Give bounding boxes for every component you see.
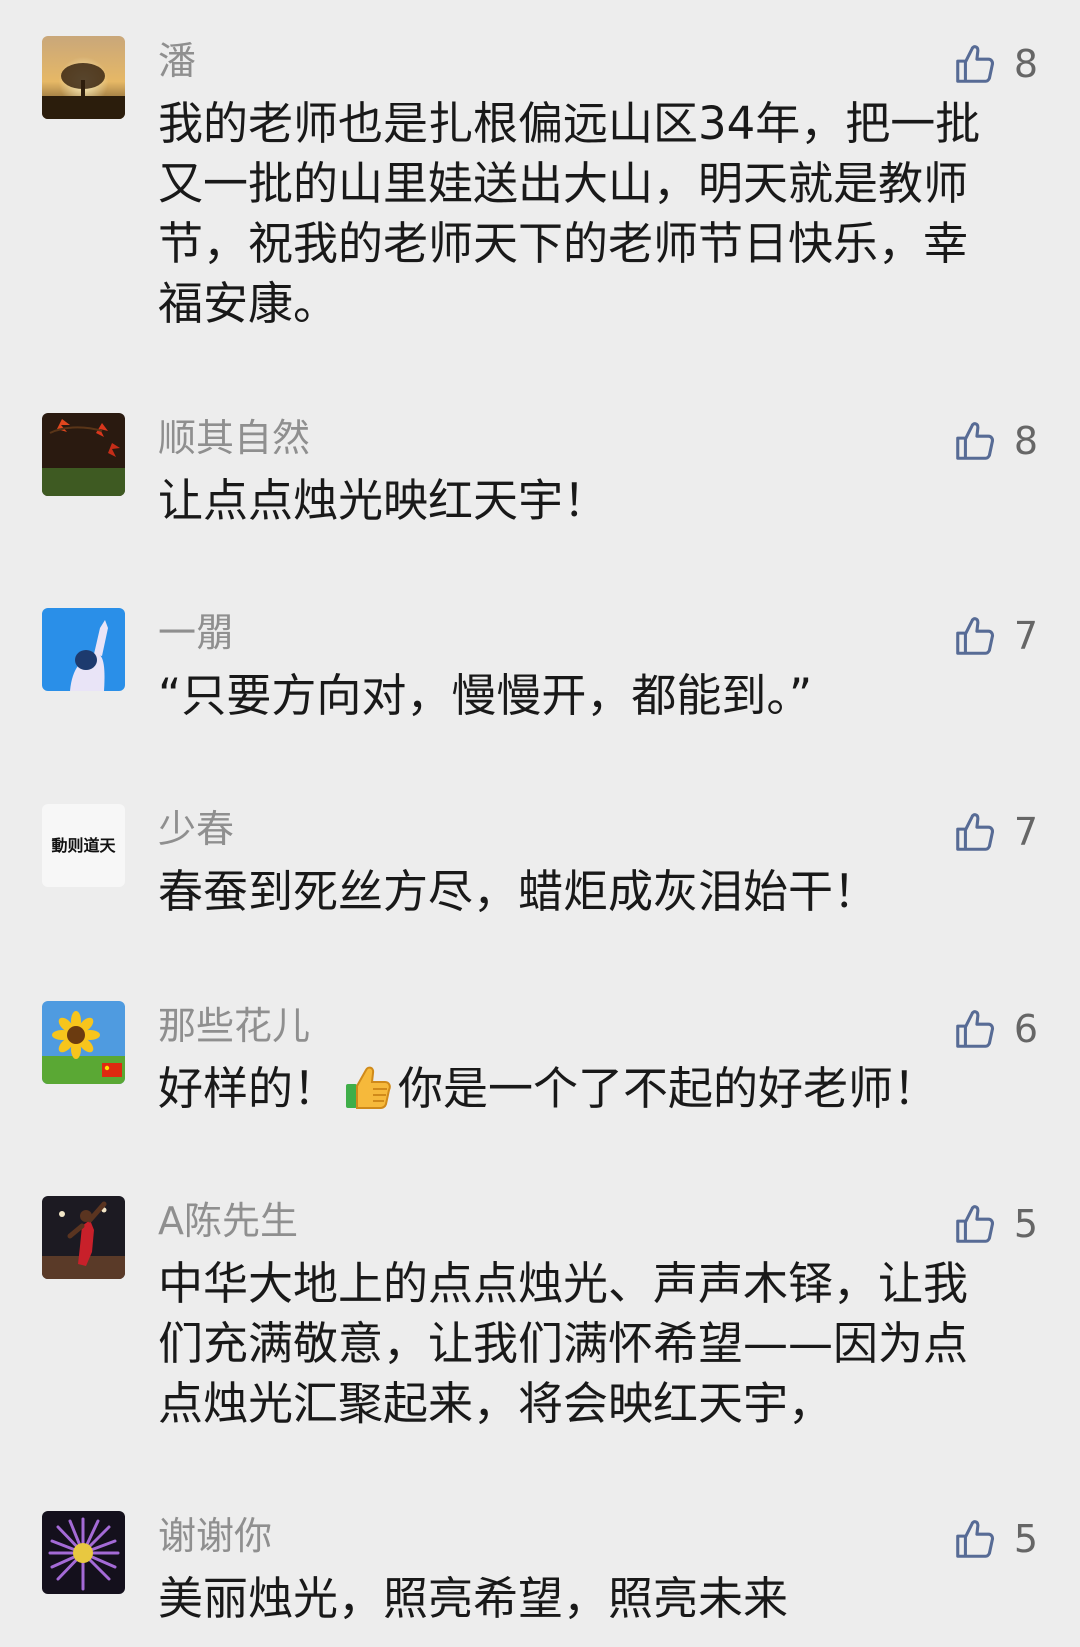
- comment-content: “只要方向对，慢慢开，都能到。”: [158, 666, 1038, 726]
- thumbs-up-outline-icon: [956, 1010, 994, 1048]
- comment-text: 好样的！: [158, 1062, 339, 1115]
- like-button[interactable]: 8: [952, 36, 1038, 92]
- like-count: 8: [1013, 42, 1038, 86]
- thumbs-up-outline-icon: [956, 45, 994, 83]
- comment-line: 中华大地上的点点烛光、声声木铎，让我: [158, 1257, 969, 1310]
- like-count: 6: [1013, 1007, 1038, 1051]
- comment-item: 動则道天 少春 7 春蚕到死丝方尽，蜡炬成灰泪始干！: [0, 804, 1080, 918]
- comment-line: 又一批的山里娃送出大山，明天就是教师: [158, 157, 969, 210]
- avatar[interactable]: [42, 1001, 125, 1084]
- avatar[interactable]: [42, 36, 125, 119]
- thumbs-up-outline-icon: [956, 813, 994, 851]
- comment-author[interactable]: 一朤: [158, 610, 234, 656]
- like-button[interactable]: 8: [952, 413, 1038, 469]
- comment-line: “只要方向对，慢慢开，都能到。”: [158, 669, 813, 722]
- comment-item: 谢谢你 5 美丽烛光，照亮希望，照亮未来: [0, 1511, 1080, 1625]
- thumbs-up-outline-icon: [956, 422, 994, 460]
- comment-content: 让点点烛光映红天宇！: [158, 471, 1038, 531]
- like-button[interactable]: 6: [952, 1001, 1038, 1057]
- like-button[interactable]: 5: [952, 1196, 1038, 1252]
- like-button[interactable]: 5: [952, 1511, 1038, 1567]
- like-button[interactable]: 7: [952, 608, 1038, 664]
- comment-author[interactable]: 潘: [158, 38, 196, 84]
- comment-author[interactable]: 少春: [158, 806, 234, 852]
- comment-content: 春蚕到死丝方尽，蜡炬成灰泪始干！: [158, 862, 1038, 922]
- like-count: 5: [1013, 1517, 1038, 1561]
- comment-text: 你是一个了不起的好老师！: [398, 1062, 939, 1115]
- comment-content: 中华大地上的点点烛光、声声木铎，让我 们充满敬意，让我们满怀希望——因为点 点烛…: [158, 1254, 1038, 1434]
- comment-author[interactable]: 谢谢你: [158, 1513, 272, 1559]
- comment-line: 春蚕到死丝方尽，蜡炬成灰泪始干！: [158, 865, 879, 918]
- comment-item: 顺其自然 8 让点点烛光映红天宇！: [0, 413, 1080, 527]
- comment-author[interactable]: A陈先生: [158, 1198, 298, 1244]
- comment-line: 让点点烛光映红天宇！: [158, 474, 609, 527]
- thumbs-up-outline-icon: [956, 617, 994, 655]
- comment-content: 我的老师也是扎根偏远山区34年，把一批 又一批的山里娃送出大山，明天就是教师 节…: [158, 94, 1038, 334]
- avatar[interactable]: [42, 1511, 125, 1594]
- comment-item: 那些花儿 6 好样的！ 你是一个了不起的好老师！: [0, 1001, 1080, 1115]
- comment-item: A陈先生 5 中华大地上的点点烛光、声声木铎，让我 们充满敬意，让我们满怀希望—…: [0, 1196, 1080, 1430]
- comment-content: 好样的！ 你是一个了不起的好老师！: [158, 1059, 1038, 1119]
- comment-line: 节，祝我的老师天下的老师节日快乐，幸: [158, 217, 969, 270]
- like-button[interactable]: 7: [952, 804, 1038, 860]
- thumbs-up-outline-icon: [956, 1205, 994, 1243]
- comment-item: 潘 8 我的老师也是扎根偏远山区34年，把一批 又一批的山里娃送出大山，明天就是…: [0, 36, 1080, 336]
- comments-list: 潘 8 我的老师也是扎根偏远山区34年，把一批 又一批的山里娃送出大山，明天就是…: [0, 0, 1080, 1647]
- comment-item: 一朤 7 “只要方向对，慢慢开，都能到。”: [0, 608, 1080, 722]
- comment-line: 美丽烛光，照亮希望，照亮未来: [158, 1572, 789, 1625]
- avatar[interactable]: [42, 608, 125, 691]
- comment-line: 点烛光汇聚起来，将会映红天宇，: [158, 1377, 834, 1430]
- comment-content: 美丽烛光，照亮希望，照亮未来: [158, 1569, 1038, 1629]
- comment-line: 们充满敬意，让我们满怀希望——因为点: [158, 1317, 969, 1370]
- comment-author[interactable]: 顺其自然: [158, 415, 310, 461]
- avatar[interactable]: 動则道天: [42, 804, 125, 887]
- like-count: 8: [1013, 419, 1038, 463]
- avatar-calligraphy: 動则道天: [51, 836, 116, 855]
- comment-line: 福安康。: [158, 277, 339, 330]
- thumbs-up-outline-icon: [956, 1520, 994, 1558]
- like-count: 7: [1013, 614, 1038, 658]
- comment-line: 我的老师也是扎根偏远山区34年，把一批: [158, 97, 981, 150]
- comment-author[interactable]: 那些花儿: [158, 1003, 310, 1049]
- avatar[interactable]: [42, 413, 125, 496]
- avatar[interactable]: [42, 1196, 125, 1279]
- like-count: 5: [1013, 1202, 1038, 1246]
- thumbs-up-emoji-icon: [346, 1066, 391, 1109]
- like-count: 7: [1013, 810, 1038, 854]
